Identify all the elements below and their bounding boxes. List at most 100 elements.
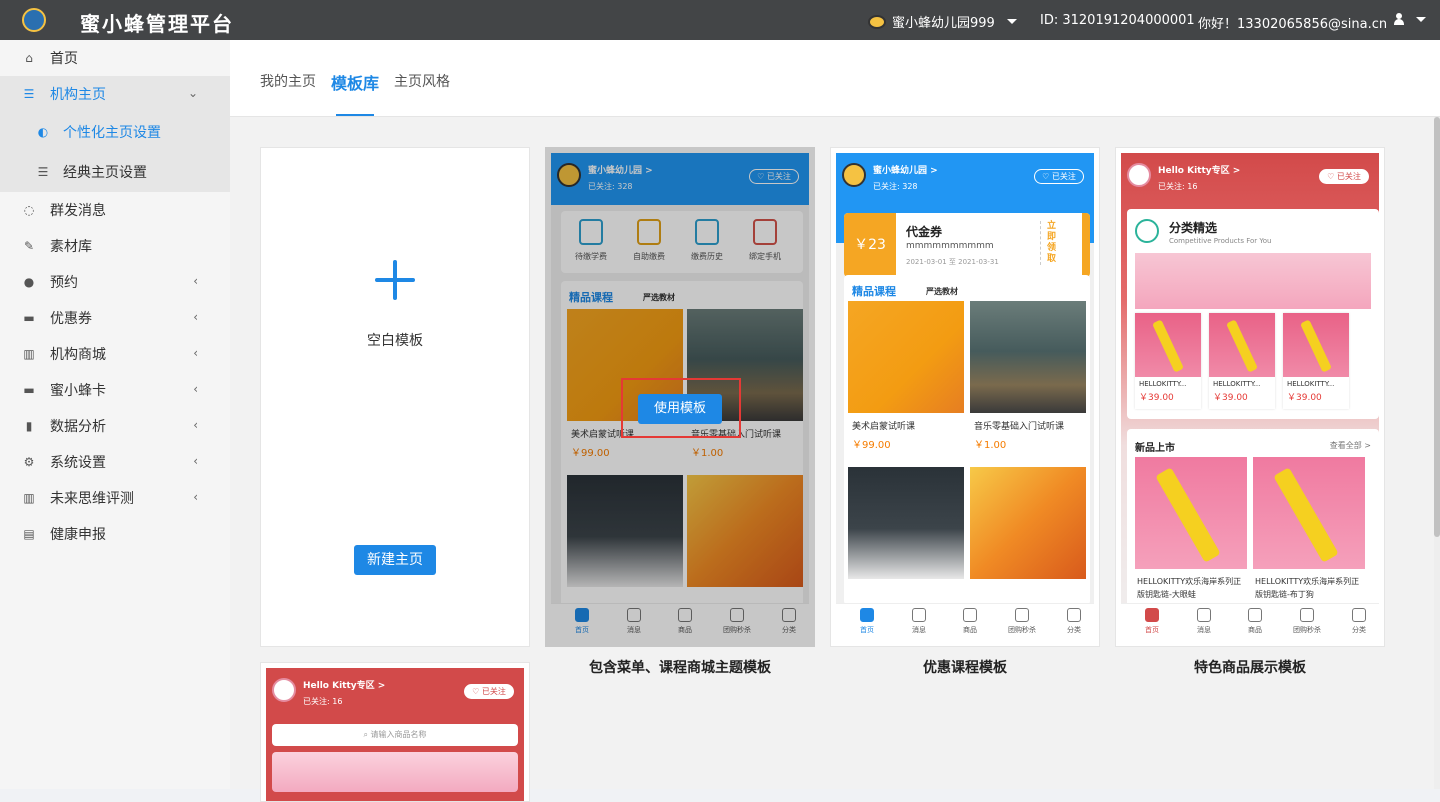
org-selector[interactable]: 蜜小蜂幼儿园999 <box>868 12 1017 31</box>
chevron-left-icon: ‹ <box>193 418 198 432</box>
product-name: HELLOKITTY... <box>1287 380 1335 388</box>
chevron-left-icon: ‹ <box>193 310 198 324</box>
preview-org-name: Hello Kitty专区 > <box>1158 166 1241 176</box>
preview-org-name: 蜜小蜂幼儿园 > <box>873 166 938 176</box>
preview-nav-item: 商品 <box>950 608 990 635</box>
preview-header: Hello Kitty专区 > 已关注: 16 ♡ 已关注 <box>1121 153 1379 205</box>
preview-tab-nav: 首页 消息 商品 团购秒杀 分类 <box>836 603 1094 641</box>
template-caption: 优惠课程模板 <box>923 660 1007 676</box>
preview-follow-badge: ♡ 已关注 <box>1034 169 1084 184</box>
template-caption: 特色商品展示模板 <box>1194 660 1306 676</box>
preview-nav-item: 首页 <box>847 608 887 635</box>
tab-template-library[interactable]: 模板库 <box>331 70 379 94</box>
caret-down-icon <box>1006 19 1017 24</box>
product-price: ￥39.00 <box>1139 393 1174 403</box>
sidebar-item-mall[interactable]: ▥ 机构商城 ‹ <box>0 336 230 372</box>
product-image <box>1253 457 1365 569</box>
active-tab-indicator <box>336 114 374 116</box>
sidebar-subitem-personalized-home[interactable]: ◐ 个性化主页设置 <box>0 112 230 152</box>
new-home-button[interactable]: 新建主页 <box>354 545 436 575</box>
grid-icon <box>1352 608 1366 622</box>
preview-follow-badge: ♡ 已关注 <box>464 684 514 699</box>
preview-nav-label: 团购秒杀 <box>1293 626 1321 634</box>
speaker-icon <box>912 608 926 622</box>
product-image <box>1135 313 1201 377</box>
user-menu[interactable] <box>1394 13 1426 25</box>
home-icon <box>860 608 874 622</box>
sidebar-subitem-classic-home[interactable]: ☰ 经典主页设置 <box>0 152 230 192</box>
kitty-banner-image <box>272 752 518 792</box>
section-subtitle: 严选教材 <box>926 287 958 296</box>
sidebar-subitem-label: 经典主页设置 <box>63 165 147 181</box>
product-name: HELLOKITTY欢乐海岸系列正版钥匙链-大眼蛙 <box>1137 577 1242 599</box>
building-icon: ▥ <box>23 347 35 361</box>
template-card-coupon-course[interactable]: 蜜小蜂幼儿园 > 已关注: 328 ♡ 已关注 ￥23 代金券 mmmmmmmm… <box>830 147 1100 647</box>
sidebar-item-org-home[interactable]: ☰ 机构主页 ⌄ <box>0 76 230 112</box>
chevron-left-icon: ‹ <box>193 490 198 504</box>
palette-icon: ◐ <box>37 125 49 139</box>
template-caption: 包含菜单、课程商城主题模板 <box>589 660 771 676</box>
coupon-amount: ￥23 <box>844 213 896 277</box>
sidebar-item-health[interactable]: ▤ 健康申报 <box>0 516 230 552</box>
card-icon: ▬ <box>23 311 35 325</box>
list-icon: ☰ <box>37 165 49 179</box>
kitty-avatar-icon <box>272 678 296 702</box>
sidebar-item-home[interactable]: ⌂ 首页 <box>0 40 230 76</box>
sidebar-subitem-label: 个性化主页设置 <box>63 125 161 141</box>
chevron-down-icon: ⌄ <box>187 86 198 100</box>
bar-chart-icon: ▮ <box>25 419 33 433</box>
tab-my-home[interactable]: 我的主页 <box>260 71 316 91</box>
product-card: HELLOKITTY... ￥39.00 <box>1135 313 1201 409</box>
scrollbar[interactable] <box>1434 117 1440 789</box>
building-icon: ▥ <box>23 491 35 505</box>
bee-icon <box>868 14 886 29</box>
course-card: 音乐零基础入门试听课 ￥1.00 <box>970 301 1086 451</box>
course-card <box>970 467 1086 579</box>
sidebar-item-settings[interactable]: ⚙ 系统设置 ‹ <box>0 444 230 480</box>
product-image <box>1209 313 1275 377</box>
coupon-card: ￥23 代金券 mmmmmmmmmm 2021-03-01 至 2021-03-… <box>844 213 1090 277</box>
template-card-course-mall[interactable]: 蜜小蜂幼儿园 > 已关注: 328 ♡ 已关注 待缴学费 自助缴费 缴费历史 绑… <box>545 147 815 647</box>
course-section: 精品课程 严选教材 美术启蒙试听课 ￥99.00 音乐零基础入门试听课 ￥1.0… <box>844 275 1090 605</box>
template-card-kitty-search[interactable]: Hello Kitty专区 > 已关注: 16 ♡ 已关注 ⌕ 请输入商品名称 <box>260 662 530 802</box>
user-icon <box>1394 13 1404 25</box>
sidebar-item-future-eval[interactable]: ▥ 未来思维评测 ‹ <box>0 480 230 516</box>
home-icon <box>1145 608 1159 622</box>
chevron-left-icon: ‹ <box>193 454 198 468</box>
phone-preview: 蜜小蜂幼儿园 > 已关注: 328 ♡ 已关注 ￥23 代金券 mmmmmmmm… <box>836 153 1094 641</box>
speaker-icon <box>1197 608 1211 622</box>
gears-icon: ⚙ <box>23 455 35 469</box>
user-greeting: 你好！13302065856@sina.cn <box>1198 17 1388 32</box>
sidebar-item-analytics[interactable]: ▮ 数据分析 ‹ <box>0 408 230 444</box>
preview-search-bar: ⌕ 请输入商品名称 <box>272 724 518 746</box>
course-card: 美术启蒙试听课 ￥99.00 <box>848 301 964 451</box>
plus-icon <box>373 258 417 302</box>
preview-followers: 已关注: 16 <box>1158 182 1198 191</box>
diamond-icon <box>1135 219 1159 243</box>
preview-followers: 已关注: 328 <box>873 182 918 191</box>
home-icon: ⌂ <box>25 51 33 65</box>
product-price: ￥39.00 <box>1213 393 1248 403</box>
preview-nav-label: 首页 <box>1145 626 1159 634</box>
coupon-desc: mmmmmmmmmm <box>906 241 994 251</box>
sidebar-item-broadcast[interactable]: ◌ 群发消息 <box>0 192 230 228</box>
tab-bar: 我的主页 模板库 主页风格 <box>230 40 1440 117</box>
sidebar-item-label: 群发消息 <box>50 203 106 219</box>
blank-template-card[interactable]: 空白模板 新建主页 <box>260 147 530 647</box>
view-all-link: 查看全部 > <box>1329 441 1371 450</box>
sidebar-item-coupon[interactable]: ▬ 优惠券 ‹ <box>0 300 230 336</box>
preview-nav-label: 分类 <box>1067 626 1081 634</box>
sidebar-item-booking[interactable]: ● 预约 ‹ <box>0 264 230 300</box>
preview-tab-nav: 首页 消息 商品 团购秒杀 分类 <box>1121 603 1379 641</box>
section-title: 精品课程 <box>852 285 896 298</box>
use-template-button[interactable]: 使用模板 <box>638 394 722 424</box>
preview-nav-item: 首页 <box>1132 608 1172 635</box>
template-card-featured-products[interactable]: Hello Kitty专区 > 已关注: 16 ♡ 已关注 分类精选 Compe… <box>1115 147 1385 647</box>
sidebar-item-material[interactable]: ✎ 素材库 <box>0 228 230 264</box>
id-card-icon: ▤ <box>23 527 35 541</box>
product-card: HELLOKITTY... ￥39.00 <box>1209 313 1275 409</box>
course-name: 美术启蒙试听课 <box>852 422 916 432</box>
tab-home-style[interactable]: 主页风格 <box>394 71 450 91</box>
sidebar-item-bee-card[interactable]: ▬ 蜜小蜂卡 ‹ <box>0 372 230 408</box>
scrollbar-thumb[interactable] <box>1434 117 1440 537</box>
